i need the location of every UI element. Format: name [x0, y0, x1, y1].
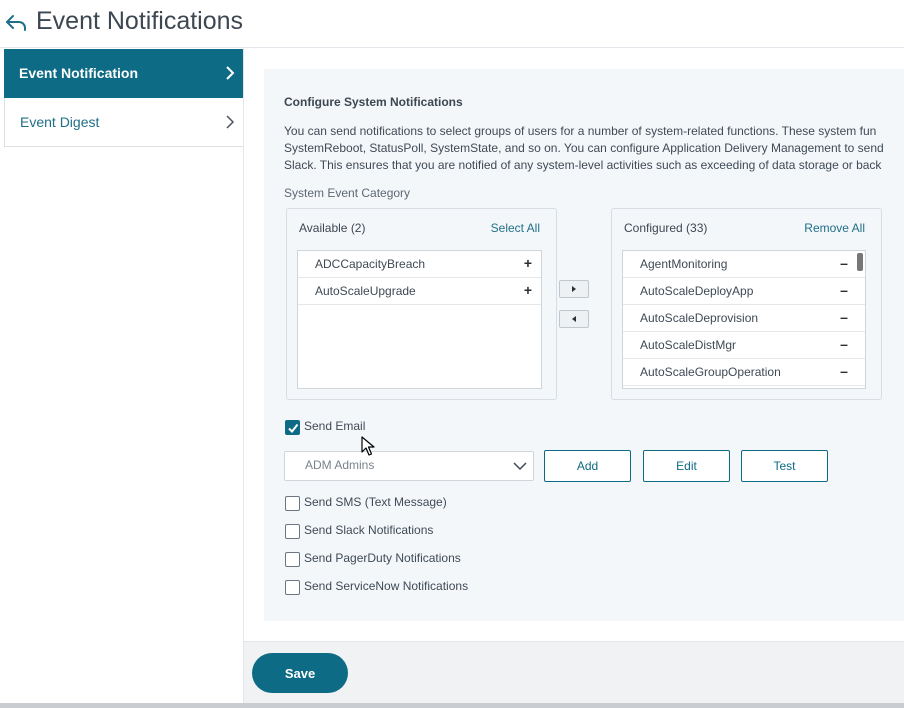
configured-header: Configured (33) — [624, 221, 708, 235]
move-left-button[interactable] — [559, 310, 589, 328]
select-all-link[interactable]: Select All — [491, 221, 540, 235]
list-item-label: AutoScaleDeprovision — [640, 311, 759, 325]
move-right-button[interactable] — [559, 280, 589, 298]
list-item-label: AutoScaleDistMgr — [640, 338, 737, 352]
recipient-group-value: ADM Admins — [305, 458, 375, 472]
list-item[interactable]: AutoScaleDeployApp – — [623, 278, 865, 305]
configured-list[interactable]: AgentMonitoring – AutoScaleDeployApp – A… — [622, 250, 866, 389]
chevron-right-icon — [226, 66, 235, 80]
remove-item-icon[interactable]: – — [837, 362, 851, 380]
page-header: Event Notifications — [0, 0, 904, 48]
sidebar-item-event-notification[interactable]: Event Notification — [4, 49, 243, 98]
list-item-label: AutoScaleGroupOperation — [640, 365, 781, 379]
add-item-icon[interactable]: + — [521, 281, 535, 299]
save-button[interactable]: Save — [252, 653, 348, 693]
send-email-label: Send Email — [304, 419, 366, 433]
chevron-right-icon — [226, 115, 235, 129]
chevron-down-icon — [513, 462, 527, 470]
description-text: You can send notifications to select gro… — [284, 123, 904, 174]
list-item[interactable]: AgentMonitoring – — [623, 251, 865, 278]
window-bottom-border — [0, 703, 904, 708]
available-events-box: Available (2) Select All ADCCapacityBrea… — [286, 208, 557, 400]
add-button[interactable]: Add — [544, 450, 631, 482]
list-scrollbar[interactable] — [857, 253, 863, 271]
page-title: Event Notifications — [36, 7, 244, 35]
send-slack-label: Send Slack Notifications — [304, 523, 434, 537]
description-line: Slack. This ensures that you are notifie… — [284, 158, 882, 172]
edit-button[interactable]: Edit — [643, 450, 730, 482]
remove-item-icon[interactable]: – — [837, 335, 851, 353]
arrow-right-icon — [572, 286, 576, 292]
send-servicenow-label: Send ServiceNow Notifications — [304, 579, 469, 593]
sidebar-item-label: Event Digest — [20, 114, 100, 130]
configured-events-box: Configured (33) Remove All AgentMonitori… — [611, 208, 882, 400]
mouse-cursor-icon — [361, 436, 375, 456]
test-button[interactable]: Test — [741, 450, 828, 482]
send-pagerduty-checkbox[interactable] — [285, 552, 300, 567]
send-pagerduty-label: Send PagerDuty Notifications — [304, 551, 461, 565]
arrow-left-icon — [572, 316, 576, 322]
sidebar-item-event-digest[interactable]: Event Digest — [4, 98, 243, 147]
sidebar-item-label: Event Notification — [19, 65, 139, 81]
send-sms-checkbox[interactable] — [285, 496, 300, 511]
remove-all-link[interactable]: Remove All — [804, 221, 865, 235]
list-item-label: AutoScaleDeployApp — [640, 284, 754, 298]
system-event-category-label: System Event Category — [284, 186, 411, 200]
send-slack-checkbox[interactable] — [285, 524, 300, 539]
remove-item-icon[interactable]: – — [837, 254, 851, 272]
notification-settings-panel: Configure System Notifications You can s… — [264, 69, 904, 621]
back-arrow-icon[interactable] — [4, 10, 28, 34]
checkmark-icon — [288, 423, 299, 434]
list-item[interactable]: AutoScaleDeprovision – — [623, 305, 865, 332]
sidebar: Event Notification Event Digest — [0, 48, 244, 708]
list-item[interactable]: AutoScaleGroupOperation – — [623, 359, 865, 386]
list-item-label: AgentMonitoring — [640, 257, 728, 271]
send-servicenow-checkbox[interactable] — [285, 580, 300, 595]
description-line: You can send notifications to select gro… — [284, 124, 877, 138]
description-line: SystemReboot, StatusPoll, SystemState, a… — [284, 141, 884, 155]
list-item-label: AutoScaleUpgrade — [315, 284, 416, 298]
add-item-icon[interactable]: + — [521, 254, 535, 272]
list-item[interactable]: AutoScaleUpgrade + — [298, 278, 541, 305]
remove-item-icon[interactable]: – — [837, 308, 851, 326]
list-item[interactable]: ADCCapacityBreach + — [298, 251, 541, 278]
list-item-label: ADCCapacityBreach — [315, 257, 426, 271]
section-title: Configure System Notifications — [284, 95, 463, 109]
send-sms-label: Send SMS (Text Message) — [304, 495, 447, 509]
available-list[interactable]: ADCCapacityBreach + AutoScaleUpgrade + — [297, 250, 542, 389]
recipient-group-select[interactable]: ADM Admins — [284, 451, 534, 481]
page-footer: Save — [244, 641, 904, 703]
remove-item-icon[interactable]: – — [837, 281, 851, 299]
send-email-checkbox[interactable] — [285, 420, 300, 435]
list-item[interactable]: AutoScaleDistMgr – — [623, 332, 865, 359]
available-header: Available (2) — [299, 221, 366, 235]
